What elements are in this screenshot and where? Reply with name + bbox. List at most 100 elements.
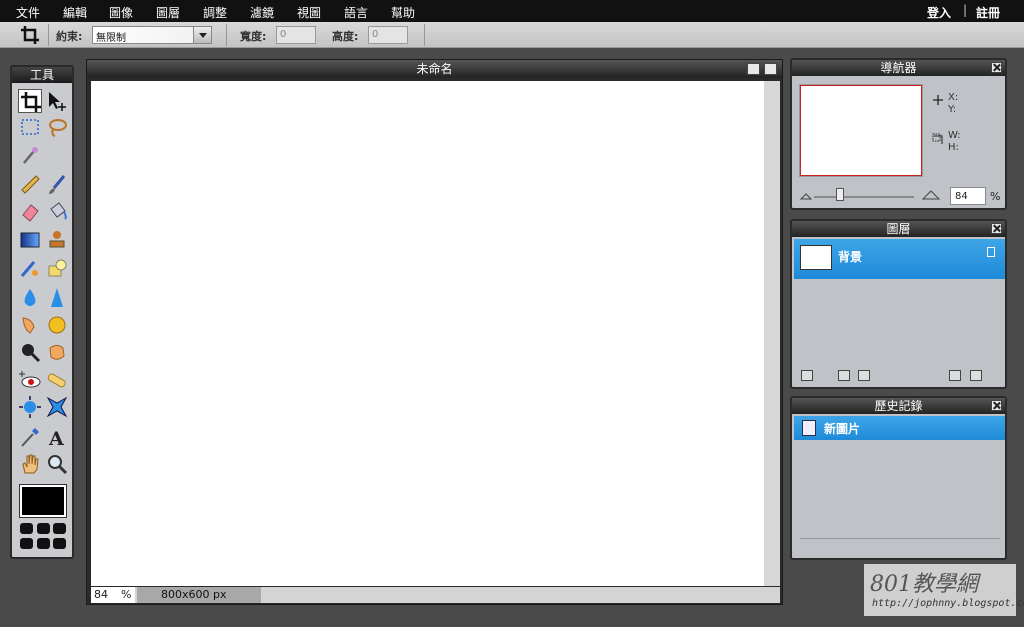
menu-adjust[interactable]: 調整 [203, 4, 227, 21]
layer-row[interactable]: 背景 [794, 239, 1005, 279]
options-bar: 約束: 無限制 寬度: 0 高度: 0 [0, 22, 1024, 48]
clone-stamp-icon[interactable] [45, 228, 69, 252]
blur-icon[interactable] [18, 286, 42, 310]
swatch-preset[interactable] [20, 523, 33, 534]
chevron-down-icon[interactable] [193, 27, 211, 43]
layer-styles-icon[interactable] [858, 370, 870, 381]
color-picker-icon[interactable] [18, 425, 42, 449]
red-eye-icon[interactable] [18, 368, 42, 392]
paint-bucket-icon[interactable] [45, 200, 69, 224]
menu-edit[interactable]: 編輯 [63, 4, 87, 21]
register-link[interactable]: 註冊 [976, 4, 1000, 21]
constraint-select[interactable]: 無限制 [92, 26, 212, 44]
tools-title: 工具 [12, 67, 72, 83]
layer-mask-icon[interactable] [838, 370, 850, 381]
zoom-icon[interactable] [45, 452, 69, 476]
swatch-preset[interactable] [53, 523, 66, 534]
lock-icon[interactable] [987, 247, 995, 257]
navigator-title: 導航器 [792, 60, 1005, 76]
zoom-slider-track[interactable] [814, 196, 914, 198]
sharpen-icon[interactable] [45, 286, 69, 310]
navigator-thumbnail[interactable] [800, 85, 922, 176]
maximize-icon[interactable] [747, 63, 760, 75]
hand-icon[interactable] [18, 452, 42, 476]
divider [48, 24, 49, 46]
divider [424, 24, 425, 46]
menu-view[interactable]: 視圖 [297, 4, 321, 21]
crop-icon [20, 25, 40, 45]
width-input[interactable]: 0 [276, 26, 316, 44]
close-icon[interactable] [991, 400, 1002, 411]
layer-thumbnail [800, 245, 832, 270]
new-layer-icon[interactable] [949, 370, 961, 381]
sponge-icon[interactable] [45, 313, 69, 337]
swatch-preset[interactable] [20, 538, 33, 549]
move-icon[interactable] [45, 89, 69, 113]
watermark: 801教學網 http://jophnny.blogspot.com/ [864, 564, 1024, 616]
menu-filter[interactable]: 濾鏡 [250, 4, 274, 21]
svg-text:A: A [48, 428, 64, 449]
close-icon[interactable] [991, 62, 1002, 73]
w-label: W: [948, 130, 961, 141]
drawing-canvas[interactable] [91, 81, 764, 586]
login-link[interactable]: 登入 [927, 4, 951, 21]
eraser-icon[interactable] [18, 200, 42, 224]
navigator-zoom-input[interactable]: 84 [950, 187, 986, 205]
image-dimensions: 800x600 px [137, 587, 261, 603]
menu-help[interactable]: 幫助 [391, 4, 415, 21]
navigator-panel: 導航器 X: Y: W: H: 84 % [790, 58, 1007, 210]
canvas-window: 未命名 84 % 800x600 px [86, 59, 783, 605]
pencil-icon[interactable] [18, 173, 42, 197]
y-label: Y: [948, 104, 957, 115]
gradient-icon[interactable] [18, 228, 42, 252]
menu-layer[interactable]: 圖層 [156, 4, 180, 21]
height-label: 高度: [332, 30, 359, 43]
canvas-status-bar: 84 % 800x600 px [91, 587, 780, 603]
swatch-preset[interactable] [53, 538, 66, 549]
type-icon[interactable]: A [45, 425, 69, 450]
history-item[interactable]: 新圖片 [794, 416, 1005, 440]
h-label: H: [948, 142, 959, 153]
zoom-out-icon[interactable] [800, 192, 812, 200]
history-title: 歷史記錄 [792, 398, 1005, 414]
drawing-icon[interactable] [45, 256, 69, 280]
lasso-icon[interactable] [45, 115, 69, 139]
layer-name: 背景 [838, 250, 863, 264]
new-document-icon [802, 420, 816, 436]
bloat-icon[interactable] [18, 395, 42, 419]
zoom-unit: % [121, 588, 132, 601]
foreground-color-swatch[interactable] [20, 485, 66, 517]
magic-wand-icon[interactable] [18, 143, 42, 167]
history-item-name: 新圖片 [824, 422, 861, 436]
trash-icon[interactable] [970, 370, 982, 381]
layer-settings-icon[interactable] [801, 370, 813, 381]
menu-image[interactable]: 圖像 [109, 4, 133, 21]
spot-heal-icon[interactable] [45, 368, 69, 392]
zoom-in-icon[interactable] [922, 190, 940, 200]
menu-language[interactable]: 語言 [344, 4, 368, 21]
menu-file[interactable]: 文件 [16, 4, 40, 21]
marquee-select-icon[interactable] [18, 115, 42, 139]
watermark-title: 801教學網 [870, 572, 978, 597]
x-label: X: [948, 92, 959, 103]
layers-title-text: 圖層 [886, 222, 911, 236]
auth-separator: | [963, 3, 968, 17]
dodge-icon[interactable] [18, 340, 42, 364]
constraint-label: 約束: [56, 30, 83, 43]
brush-icon[interactable] [45, 173, 69, 197]
pinch-icon[interactable] [45, 395, 69, 419]
height-input[interactable]: 0 [368, 26, 408, 44]
width-label: 寬度: [240, 30, 267, 43]
close-icon[interactable] [991, 223, 1002, 234]
layers-title: 圖層 [792, 221, 1005, 237]
smudge-icon[interactable] [18, 313, 42, 337]
close-icon[interactable] [764, 63, 777, 75]
vertical-scrollbar[interactable] [764, 81, 780, 586]
zoom-slider-handle[interactable] [836, 188, 844, 201]
burn-icon[interactable] [45, 340, 69, 364]
swatch-preset[interactable] [37, 538, 50, 549]
history-title-text: 歷史記錄 [874, 399, 923, 413]
color-replace-icon[interactable] [18, 256, 42, 280]
crop-icon[interactable] [18, 89, 42, 113]
swatch-preset[interactable] [37, 523, 50, 534]
